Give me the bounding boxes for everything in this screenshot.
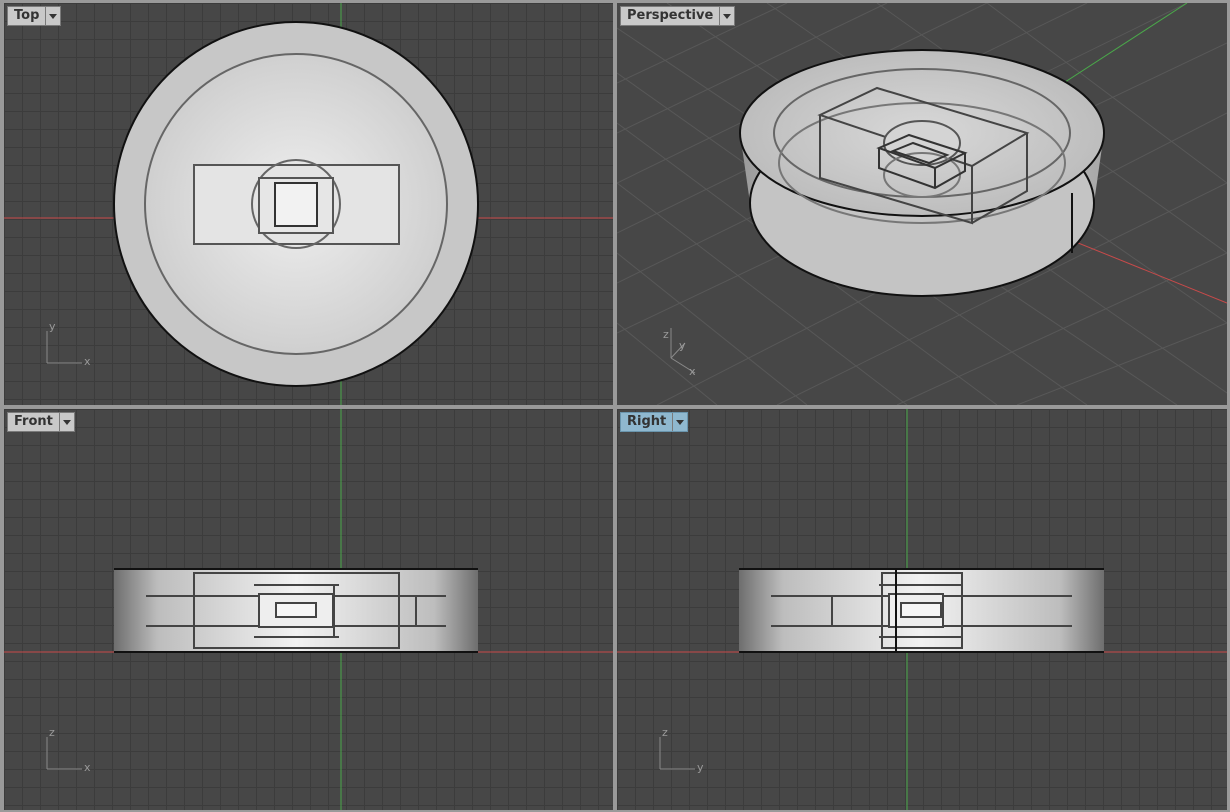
axis-label-y: y xyxy=(49,320,56,333)
axis-indicator xyxy=(46,737,82,770)
dropdown-arrow-icon[interactable] xyxy=(58,413,74,431)
perspective-view-canvas: z y x xyxy=(617,3,1227,405)
axis-label-z: z xyxy=(662,726,668,739)
dropdown-arrow-icon[interactable] xyxy=(719,7,734,25)
viewport-tab-front[interactable]: Front xyxy=(7,412,75,432)
front-view-canvas: z x xyxy=(4,409,613,810)
viewport-title-top[interactable]: Top xyxy=(8,7,45,25)
axis-label-z: z xyxy=(663,328,669,341)
axis-label-y: y xyxy=(679,339,686,352)
viewport-tab-right[interactable]: Right xyxy=(620,412,689,432)
top-view-canvas: y x xyxy=(4,3,613,405)
viewport-title-front[interactable]: Front xyxy=(8,413,59,431)
axis-label-z: z xyxy=(49,726,55,739)
viewport-title-perspective[interactable]: Perspective xyxy=(621,7,719,25)
axis-indicator xyxy=(46,331,82,364)
axis-label-x: x xyxy=(84,355,91,368)
axis-label-y: y xyxy=(697,761,704,774)
viewport-tab-perspective[interactable]: Perspective xyxy=(620,6,736,26)
axis-indicator xyxy=(659,737,695,770)
viewport-title-right[interactable]: Right xyxy=(621,413,672,431)
right-view-canvas: z y xyxy=(617,409,1227,810)
dropdown-arrow-icon[interactable] xyxy=(672,413,687,431)
inner-square xyxy=(274,182,318,227)
viewport-front[interactable]: z x Front xyxy=(4,409,613,810)
dropdown-arrow-icon[interactable] xyxy=(45,7,60,25)
viewport-perspective[interactable]: z y x Perspective xyxy=(617,3,1227,405)
viewport-right[interactable]: z y Right xyxy=(617,409,1227,810)
axis-label-x: x xyxy=(689,365,696,378)
viewport-tab-top[interactable]: Top xyxy=(7,6,62,26)
axis-label-x: x xyxy=(84,761,91,774)
viewport-top[interactable]: y x Top xyxy=(4,3,613,405)
